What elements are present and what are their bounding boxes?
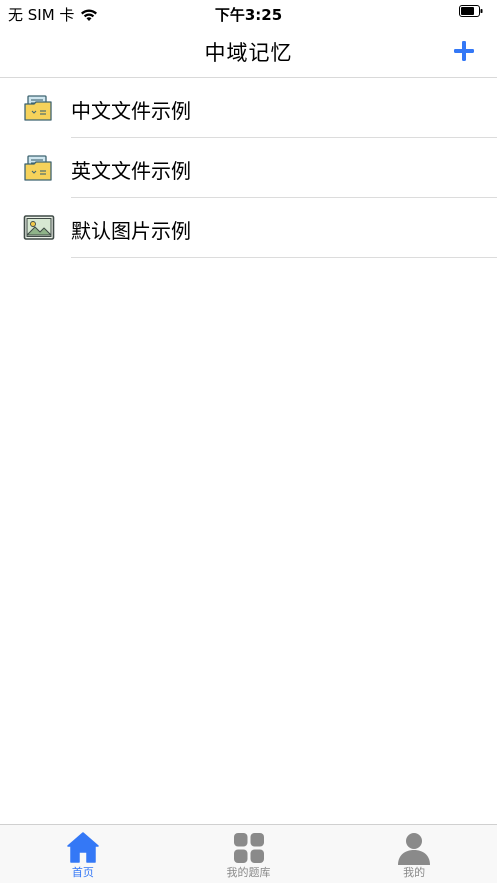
tab-label: 我的 bbox=[403, 866, 426, 879]
home-icon bbox=[67, 832, 99, 863]
tab-home[interactable]: 首页 bbox=[0, 825, 166, 883]
folder-document-icon bbox=[24, 95, 52, 121]
status-bar: 无 SIM 卡 下午3:25 bbox=[0, 0, 497, 26]
list-item-chinese-file[interactable]: 中文文件示例 bbox=[0, 78, 497, 138]
list-item-label: 英文文件示例 bbox=[71, 159, 191, 183]
tab-bar: 首页 我的题库 我的 bbox=[0, 824, 497, 883]
list-item-default-image[interactable]: 默认图片示例 bbox=[0, 198, 497, 258]
grid-icon bbox=[233, 833, 264, 863]
screen: 无 SIM 卡 下午3:25 中域记忆 中文文件示例 英文文件示例 默认图片示例… bbox=[0, 0, 497, 883]
tab-label: 我的题库 bbox=[226, 866, 271, 879]
status-time: 下午3:25 bbox=[214, 6, 283, 24]
divider bbox=[71, 257, 497, 258]
list-item-english-file[interactable]: 英文文件示例 bbox=[0, 138, 497, 198]
plus-icon[interactable] bbox=[451, 38, 477, 64]
tab-my-question-bank[interactable]: 我的题库 bbox=[166, 825, 332, 883]
page-title: 中域记忆 bbox=[204, 41, 293, 65]
list-item-label: 中文文件示例 bbox=[71, 99, 191, 123]
file-list: 中文文件示例 英文文件示例 默认图片示例 bbox=[0, 78, 497, 258]
image-icon bbox=[23, 215, 55, 240]
battery-icon bbox=[459, 5, 483, 17]
tab-label: 首页 bbox=[71, 866, 94, 879]
list-item-label: 默认图片示例 bbox=[71, 219, 191, 243]
person-icon bbox=[398, 833, 431, 865]
folder-document-icon bbox=[24, 155, 52, 181]
nav-bar: 中域记忆 bbox=[0, 26, 497, 78]
tab-mine[interactable]: 我的 bbox=[331, 825, 497, 883]
